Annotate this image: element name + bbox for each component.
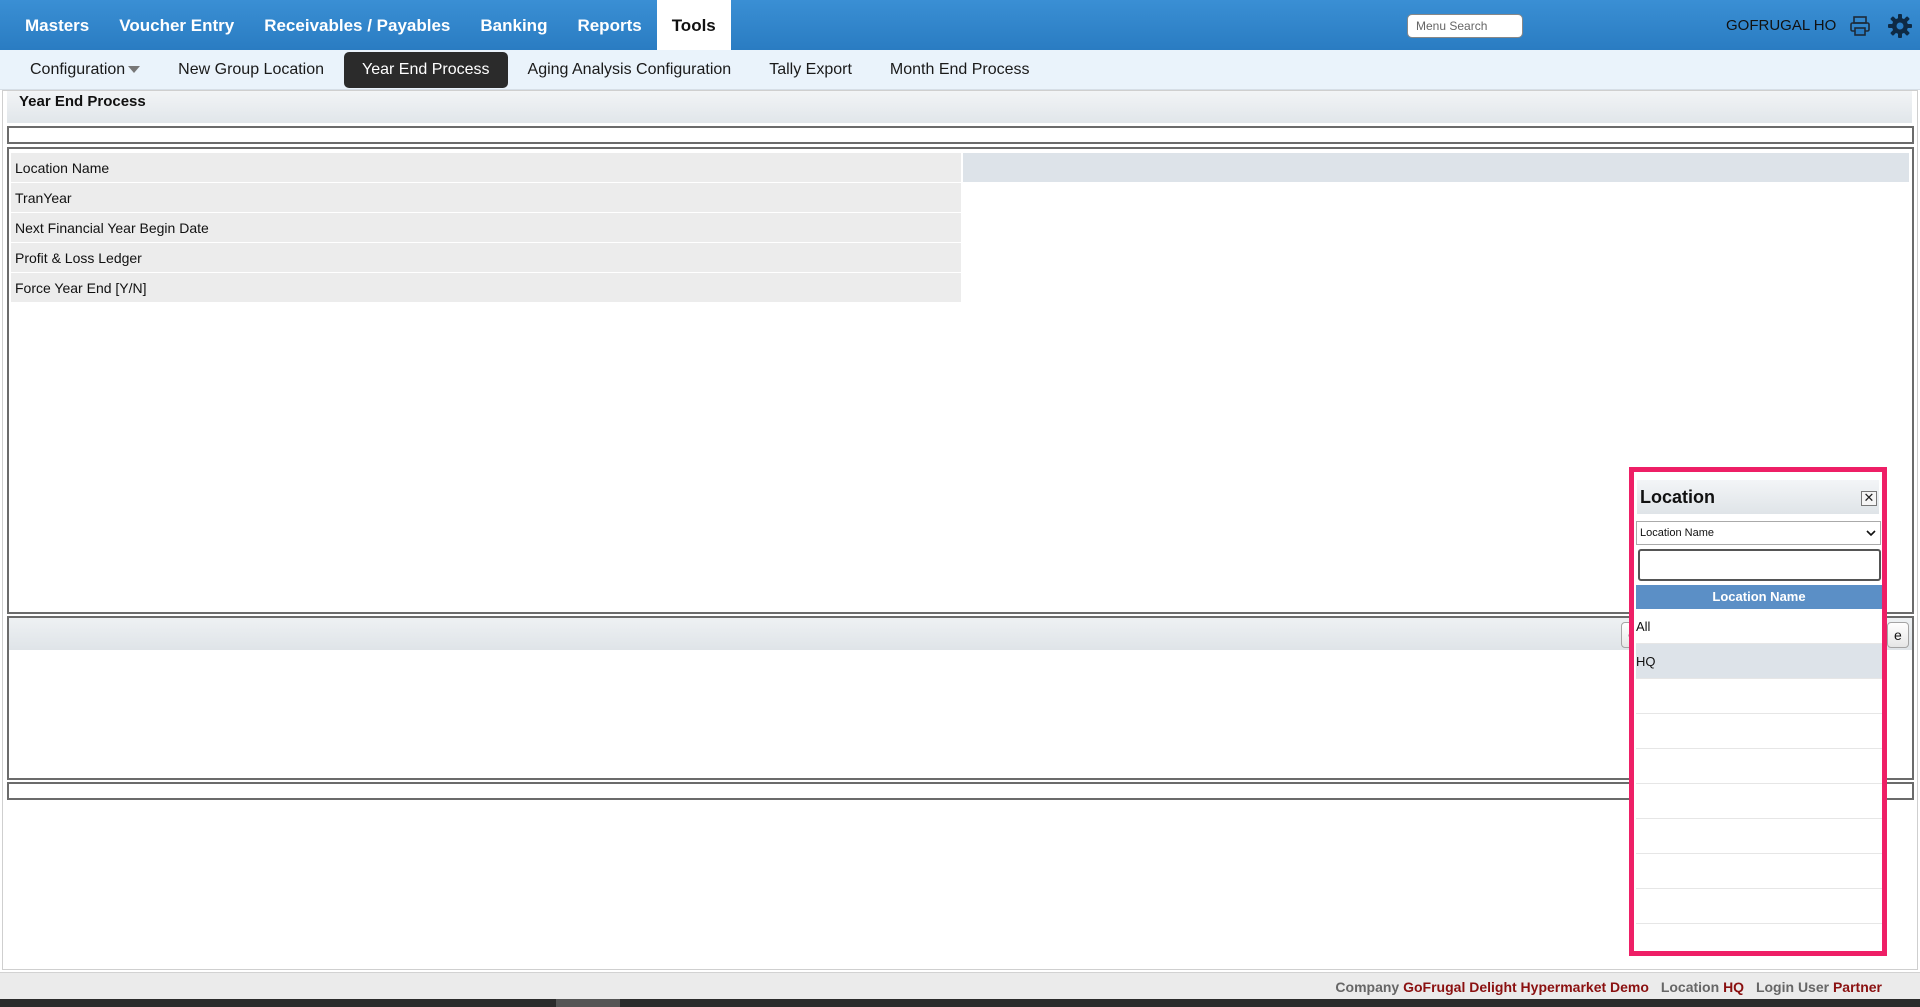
chevron-down-icon [1866, 530, 1876, 537]
location-search-input[interactable] [1638, 549, 1881, 581]
action-bar: C e [9, 618, 1912, 650]
caret-down-icon [128, 66, 141, 74]
horizontal-scrollbar[interactable] [0, 999, 1920, 1007]
sub-nav-year-end-process[interactable]: Year End Process [344, 52, 508, 88]
list-item[interactable] [1636, 784, 1882, 819]
gear-icon[interactable] [1887, 13, 1913, 39]
footer-location-key: Location [1660, 979, 1720, 995]
popup-title: Location [1640, 487, 1715, 507]
form-row-profit-loss-ledger: Profit & Loss Ledger [11, 243, 961, 273]
top-nav-voucher-entry[interactable]: Voucher Entry [104, 0, 249, 50]
bottom-strip [7, 782, 1914, 800]
status-footer: Company GoFrugal Delight Hypermarket Dem… [0, 972, 1920, 999]
close-icon[interactable]: ✕ [1861, 491, 1877, 506]
popup-header: Location ✕ [1637, 480, 1879, 514]
footer-company-key: Company [1335, 979, 1400, 995]
sub-nav-new-group-location[interactable]: New Group Location [160, 52, 342, 88]
field-label-location-name: Location Name [15, 160, 110, 176]
company-name: GOFRUGAL HO [1726, 17, 1837, 34]
search-field-select[interactable]: Location Name [1636, 521, 1881, 545]
list-item[interactable] [1636, 854, 1882, 889]
sub-nav-month-end-process[interactable]: Month End Process [872, 52, 1048, 88]
list-item[interactable]: All [1636, 609, 1882, 644]
list-item[interactable] [1636, 749, 1882, 784]
field-label-tran-year: TranYear [15, 190, 72, 206]
footer-info: Company GoFrugal Delight Hypermarket Dem… [1335, 979, 1882, 995]
sub-nav-bar: Configuration New Group Location Year En… [0, 50, 1920, 90]
action-area: C e [7, 616, 1914, 780]
list-item[interactable] [1636, 714, 1882, 749]
list-item[interactable] [1636, 819, 1882, 854]
menu-search-input[interactable] [1407, 14, 1523, 38]
location-name-field[interactable] [963, 153, 1909, 182]
form-row-location-name: Location Name [11, 153, 961, 183]
form-row-force-year-end: Force Year End [Y/N] [11, 273, 961, 303]
page-title: Year End Process [19, 93, 146, 110]
sub-nav-configuration-label: Configuration [30, 61, 126, 78]
field-label-next-fy-begin-date: Next Financial Year Begin Date [15, 220, 209, 236]
top-nav-banking[interactable]: Banking [465, 0, 562, 50]
sub-nav-aging-analysis-configuration[interactable]: Aging Analysis Configuration [510, 52, 750, 88]
top-nav-masters[interactable]: Masters [10, 0, 104, 50]
list-item[interactable] [1636, 889, 1882, 924]
footer-location-value: HQ [1723, 979, 1745, 995]
list-item[interactable] [1636, 679, 1882, 714]
footer-user-value: Partner [1832, 979, 1882, 995]
sub-nav-menu: Configuration New Group Location Year En… [12, 50, 1050, 90]
location-popup: Location ✕ Location Name Location Name A… [1629, 467, 1887, 956]
form-row-tran-year: TranYear [11, 183, 961, 213]
footer-company-value: GoFrugal Delight Hypermarket Demo [1403, 979, 1649, 995]
year-end-form: Location Name TranYear Next Financial Ye… [7, 147, 1914, 614]
print-icon[interactable] [1849, 15, 1871, 37]
top-nav-reports[interactable]: Reports [562, 0, 656, 50]
scrollbar-thumb[interactable] [556, 999, 620, 1007]
sub-nav-configuration[interactable]: Configuration [12, 52, 158, 88]
list-item[interactable]: HQ [1636, 644, 1882, 679]
panel-header: Year End Process [7, 91, 1912, 123]
field-label-profit-loss-ledger: Profit & Loss Ledger [15, 250, 142, 266]
top-nav-receivables-payables[interactable]: Receivables / Payables [249, 0, 465, 50]
top-nav-menu: Masters Voucher Entry Receivables / Paya… [10, 0, 731, 50]
field-label-force-year-end: Force Year End [Y/N] [15, 280, 147, 296]
footer-user-key: Login User [1755, 979, 1830, 995]
column-header-location-name: Location Name [1636, 585, 1882, 609]
action-button-partial-right[interactable]: e [1887, 622, 1909, 648]
top-nav-bar: Masters Voucher Entry Receivables / Paya… [0, 0, 1920, 50]
form-row-next-fy-begin-date: Next Financial Year Begin Date [11, 213, 961, 243]
top-strip [7, 126, 1914, 144]
sub-nav-tally-export[interactable]: Tally Export [751, 52, 870, 88]
location-list: All HQ [1636, 609, 1882, 924]
top-nav-tools[interactable]: Tools [656, 0, 731, 50]
